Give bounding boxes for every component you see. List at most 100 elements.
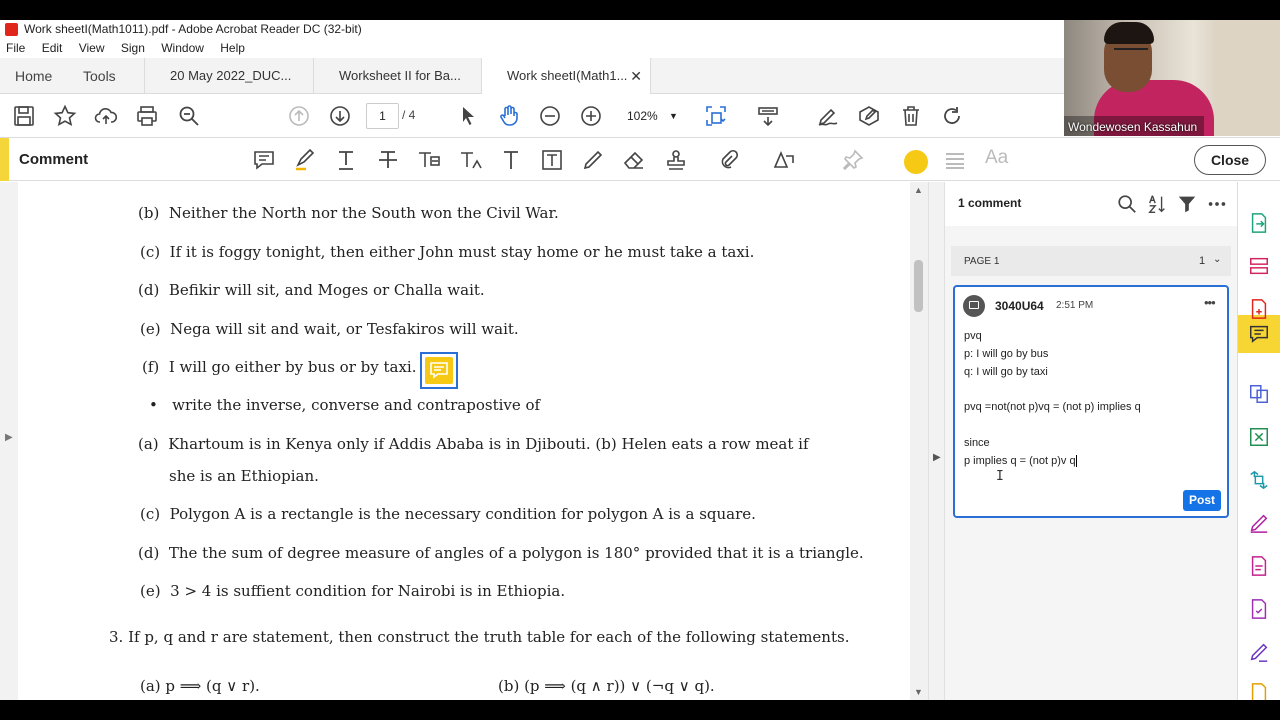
- expand-left-icon[interactable]: ▶: [5, 432, 13, 443]
- comment-tool-icon[interactable]: [1248, 323, 1270, 345]
- menu-view[interactable]: View: [79, 41, 105, 55]
- pin-icon[interactable]: [841, 148, 865, 172]
- create-pdf-icon[interactable]: [1248, 298, 1270, 320]
- strikethrough-icon[interactable]: [376, 148, 400, 172]
- add-text-icon[interactable]: [499, 148, 523, 172]
- eraser-icon[interactable]: [622, 148, 646, 172]
- comment-text-line[interactable]: pvq =not(not p)vq = (not p) implies q: [964, 401, 1141, 413]
- font-size-icon[interactable]: Aa: [985, 147, 1009, 171]
- item-b: (b) Neither the North nor the South won …: [138, 204, 559, 222]
- attach-file-icon[interactable]: [717, 148, 741, 172]
- request-signature-icon[interactable]: [1248, 641, 1270, 663]
- filter-icon[interactable]: [1176, 193, 1198, 215]
- select-cursor-icon[interactable]: [456, 104, 480, 128]
- edit-pdf-icon[interactable]: [1248, 555, 1270, 577]
- scroll-down-icon[interactable]: ▼: [914, 687, 923, 697]
- sign-pen-icon[interactable]: [816, 104, 840, 128]
- page-number-input[interactable]: 1: [366, 103, 399, 129]
- zoom-in-icon[interactable]: [579, 104, 603, 128]
- item-c: (c) If it is foggy tonight, then either …: [140, 243, 755, 261]
- compress-pdf-icon[interactable]: [1248, 469, 1270, 491]
- export-excel-icon[interactable]: [1248, 426, 1270, 448]
- page-total: / 4: [402, 108, 416, 122]
- panel-collapse-divider[interactable]: ▶: [928, 182, 945, 700]
- edit-pen-icon[interactable]: [857, 104, 881, 128]
- comment-text-line[interactable]: pvq: [964, 330, 982, 342]
- sticky-note-icon[interactable]: [252, 148, 276, 172]
- text-box-icon[interactable]: [540, 148, 564, 172]
- more-options-icon[interactable]: [1206, 193, 1228, 215]
- comment-more-icon[interactable]: •••: [1204, 295, 1216, 310]
- comment-text-line[interactable]: p: I will go by bus: [964, 348, 1048, 360]
- sort-icon[interactable]: [1146, 193, 1168, 215]
- fill-sign-icon[interactable]: [1248, 512, 1270, 534]
- comment-card[interactable]: 3040U64 2:51 PM ••• pvq p: I will go by …: [953, 285, 1229, 518]
- redo-icon[interactable]: [940, 104, 964, 128]
- menu-edit[interactable]: Edit: [42, 41, 63, 55]
- tab-document-3[interactable]: Work sheetI(Math1... ✕: [481, 58, 651, 95]
- tab-document-1-label: 20 May 2022_DUC...: [170, 68, 292, 83]
- collapse-panel-icon[interactable]: ▶: [933, 452, 941, 463]
- replace-text-icon[interactable]: [417, 148, 441, 172]
- previous-page-icon[interactable]: [287, 104, 311, 128]
- window-title: Work sheetI(Math1011).pdf - Adobe Acroba…: [24, 22, 362, 36]
- combine-files-icon[interactable]: [1248, 383, 1270, 405]
- comment-text-line[interactable]: since: [964, 437, 990, 449]
- tab-tools[interactable]: Tools: [83, 58, 116, 94]
- zoom-level-select[interactable]: 102% ▼: [611, 103, 687, 129]
- delete-icon[interactable]: [899, 104, 923, 128]
- zoom-search-icon[interactable]: [177, 104, 201, 128]
- tools-rail: [1237, 182, 1280, 700]
- menu-sign[interactable]: Sign: [121, 41, 145, 55]
- underline-text-icon[interactable]: [334, 148, 358, 172]
- protect-pdf-icon[interactable]: [1248, 598, 1270, 620]
- item-d-angles: (d) The the sum of degree measure of ang…: [138, 544, 864, 562]
- export-pdf-icon[interactable]: [1248, 212, 1270, 234]
- page-group-header[interactable]: PAGE 1 1 ⌄: [951, 246, 1231, 276]
- search-icon[interactable]: [1116, 193, 1138, 215]
- zoom-level-value: 102%: [627, 109, 658, 123]
- chevron-down-icon[interactable]: ⌄: [1213, 254, 1221, 265]
- item-c-polygon: (c) Polygon A is a rectangle is the nece…: [140, 505, 756, 523]
- cloud-upload-icon[interactable]: [94, 104, 118, 128]
- tab-home[interactable]: Home: [15, 58, 52, 94]
- item-e: (e) Nega will sit and wait, or Tesfakiro…: [140, 320, 519, 338]
- comment-text-line[interactable]: q: I will go by taxi: [964, 366, 1048, 378]
- menu-window[interactable]: Window: [161, 41, 204, 55]
- webcam-video-overlay: Wondewosen Kassahun: [1064, 20, 1280, 136]
- pencil-draw-icon[interactable]: [581, 148, 605, 172]
- print-icon[interactable]: [135, 104, 159, 128]
- zoom-out-icon[interactable]: [538, 104, 562, 128]
- tab-document-2[interactable]: Worksheet II for Ba...: [313, 58, 481, 94]
- scrollbar-thumb[interactable]: [914, 260, 923, 312]
- shapes-icon[interactable]: [772, 148, 796, 172]
- page-group-count: 1: [1199, 255, 1206, 267]
- stamp-icon[interactable]: [664, 148, 688, 172]
- close-comment-button[interactable]: Close: [1194, 145, 1266, 175]
- scroll-up-icon[interactable]: ▲: [914, 185, 923, 195]
- comment-count: 1 comment: [958, 196, 1022, 210]
- tab-document-1[interactable]: 20 May 2022_DUC...: [144, 58, 313, 94]
- left-panel-toggle[interactable]: ▶: [0, 182, 18, 700]
- post-button[interactable]: Post: [1183, 490, 1221, 511]
- comment-accent-bar: [0, 138, 9, 181]
- next-page-icon[interactable]: [328, 104, 352, 128]
- save-icon[interactable]: [12, 104, 36, 128]
- scroll-mode-icon[interactable]: [756, 104, 780, 128]
- text-caret: [1075, 455, 1077, 468]
- color-picker-icon[interactable]: [904, 150, 928, 174]
- comment-text-line-active[interactable]: p implies q = (not p)v q: [964, 455, 1077, 468]
- fit-page-icon[interactable]: [704, 104, 728, 128]
- hand-tool-icon[interactable]: [497, 104, 521, 128]
- highlight-icon[interactable]: [293, 148, 317, 172]
- star-icon[interactable]: [53, 104, 77, 128]
- line-weight-icon[interactable]: [943, 148, 967, 172]
- insert-text-icon[interactable]: [459, 148, 483, 172]
- item-d: (d) Befikir will sit, and Moges or Chall…: [138, 281, 485, 299]
- menu-help[interactable]: Help: [220, 41, 245, 55]
- organize-pages-icon[interactable]: [1248, 255, 1270, 277]
- tab-close-icon[interactable]: ✕: [630, 58, 642, 94]
- sticky-note-annotation[interactable]: [420, 352, 458, 389]
- more-tools-icon[interactable]: [1248, 682, 1270, 700]
- menu-file[interactable]: File: [6, 41, 25, 55]
